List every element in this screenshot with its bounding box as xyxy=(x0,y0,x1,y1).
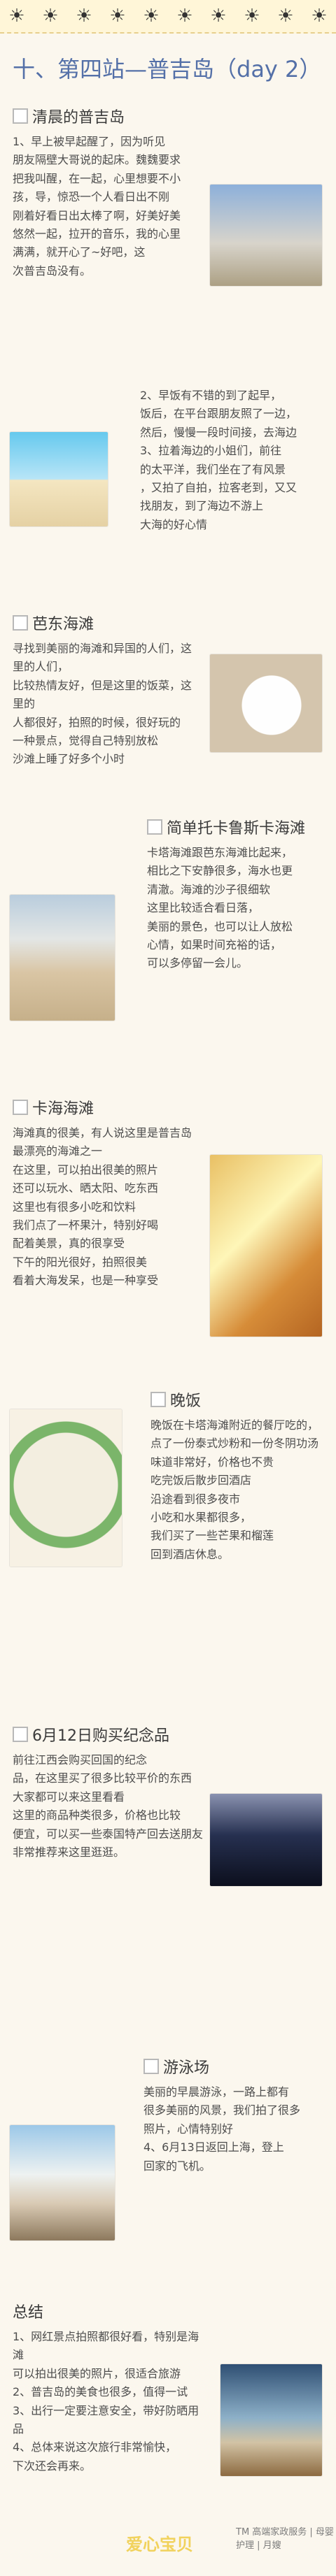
sun-icon: ☀ xyxy=(311,6,328,27)
brand-tagline: TM 高端家政服务 | 母婴护理 | 月嫂 xyxy=(236,2527,334,2551)
camera-icon xyxy=(13,1727,28,1742)
section-text: 1、早上被早起醒了，因为听见 朋友隔壁大哥说的起床。魏魏要求 把我叫醒，在一起，… xyxy=(13,135,181,278)
sun-icon: ☀ xyxy=(143,6,160,27)
section-breakfast: 2、早饭有不错的到了起早， 饭后，在平台跟朋友照了一边， 然后，慢慢一段时间接，… xyxy=(140,387,326,534)
sun-icon: ☀ xyxy=(76,6,92,27)
sun-icon: ☀ xyxy=(210,6,227,27)
page-title: 十、第四站—普吉岛（day 2） xyxy=(13,56,322,82)
sun-icon: ☀ xyxy=(277,6,294,27)
section-text: 卡塔海滩跟芭东海滩比起来， 相比之下安静很多，海水也更 清澈。海滩的沙子很细软 … xyxy=(147,846,293,970)
camera-icon xyxy=(13,1100,28,1115)
dog-photo xyxy=(210,654,322,752)
selfie-photo xyxy=(10,2125,115,2240)
section-text: 美丽的早晨游泳，一路上都有 很多美丽的风景，我们拍了很多 照片，心情特别好 4、… xyxy=(144,2085,301,2173)
section-heading: 简单托卡鲁斯卡海滩 xyxy=(147,816,326,838)
camera-icon xyxy=(13,108,28,124)
section-souvenir: 6月12日购买纪念品 前往江西会购买回国的纪念 品，在这里买了很多比较平价的东西… xyxy=(13,1723,209,1862)
drink-photo xyxy=(210,1155,322,1337)
section-heading: 6月12日购买纪念品 xyxy=(13,1723,209,1746)
section-text: 晚饭在卡塔海滩附近的餐厅吃的， 点了一份泰式炒粉和一份冬阴功汤 味道非常好，价格… xyxy=(150,1418,319,1561)
beach-photo xyxy=(10,895,115,1021)
night-photo xyxy=(210,1794,322,1886)
section-heading: 游泳场 xyxy=(144,2055,326,2078)
section-summary: 总结 1、网红景点拍照都很好看，特别是海滩 可以拍出很美的照片，很适合旅游 2、… xyxy=(13,2300,202,2475)
food-photo xyxy=(10,1409,122,1567)
section-text: 1、网红景点拍照都很好看，特别是海滩 可以拍出很美的照片，很适合旅游 2、普吉岛… xyxy=(13,2330,200,2473)
brand-logo: 爱心宝贝 xyxy=(126,2535,193,2554)
sun-icon: ☀ xyxy=(176,6,193,27)
camera-icon xyxy=(144,2059,159,2074)
section-patong: 芭东海滩 寻找到美丽的海滩和异国的人们，这里的人们， 比较热情友好，但是这里的饭… xyxy=(13,612,198,769)
section-morning: 清晨的普吉岛 1、早上被早起醒了，因为听见 朋友隔壁大哥说的起床。魏魏要求 把我… xyxy=(13,105,195,280)
camera-icon xyxy=(13,615,28,631)
section-heading: 卡海海滩 xyxy=(13,1096,202,1118)
sunset-photo xyxy=(220,2364,322,2476)
sunrise-photo xyxy=(210,185,322,286)
top-decoration: ☀ ☀ ☀ ☀ ☀ ☀ ☀ ☀ ☀ ☀ xyxy=(0,0,336,34)
section-text: 海滩真的很美，有人说这里是普吉岛最漂亮的海滩之一 在这里，可以拍出很美的照片 还… xyxy=(13,1126,192,1288)
sun-icon: ☀ xyxy=(109,6,126,27)
section-karon: 简单托卡鲁斯卡海滩 卡塔海滩跟芭东海滩比起来， 相比之下安静很多，海水也更 清澈… xyxy=(147,816,326,973)
pool-photo xyxy=(10,432,108,526)
section-text: 2、早饭有不错的到了起早， 饭后，在平台跟朋友照了一边， 然后，慢慢一段时间接，… xyxy=(140,389,298,531)
section-heading: 芭东海滩 xyxy=(13,612,198,634)
section-heading: 清晨的普吉岛 xyxy=(13,105,195,127)
sun-icon: ☀ xyxy=(244,6,260,27)
camera-icon xyxy=(150,1392,166,1407)
section-dinner: 晚饭 晚饭在卡塔海滩附近的餐厅吃的， 点了一份泰式炒粉和一份冬阴功汤 味道非常好… xyxy=(150,1388,326,1564)
section-kata: 卡海海滩 海滩真的很美，有人说这里是普吉岛最漂亮的海滩之一 在这里，可以拍出很美… xyxy=(13,1096,202,1290)
sun-icon: ☀ xyxy=(42,6,59,27)
camera-icon xyxy=(147,819,162,835)
section-swim: 游泳场 美丽的早晨游泳，一路上都有 很多美丽的风景，我们拍了很多 照片，心情特别… xyxy=(144,2055,326,2175)
sun-icon: ☀ xyxy=(8,6,25,27)
section-text: 寻找到美丽的海滩和异国的人们，这里的人们， 比较热情友好，但是这里的饭菜，这里的… xyxy=(13,642,192,766)
section-heading: 晚饭 xyxy=(150,1388,326,1411)
section-text: 前往江西会购买回国的纪念 品，在这里买了很多比较平价的东西 大家都可以来这里看看… xyxy=(13,1753,204,1859)
section-heading: 总结 xyxy=(13,2304,44,2322)
